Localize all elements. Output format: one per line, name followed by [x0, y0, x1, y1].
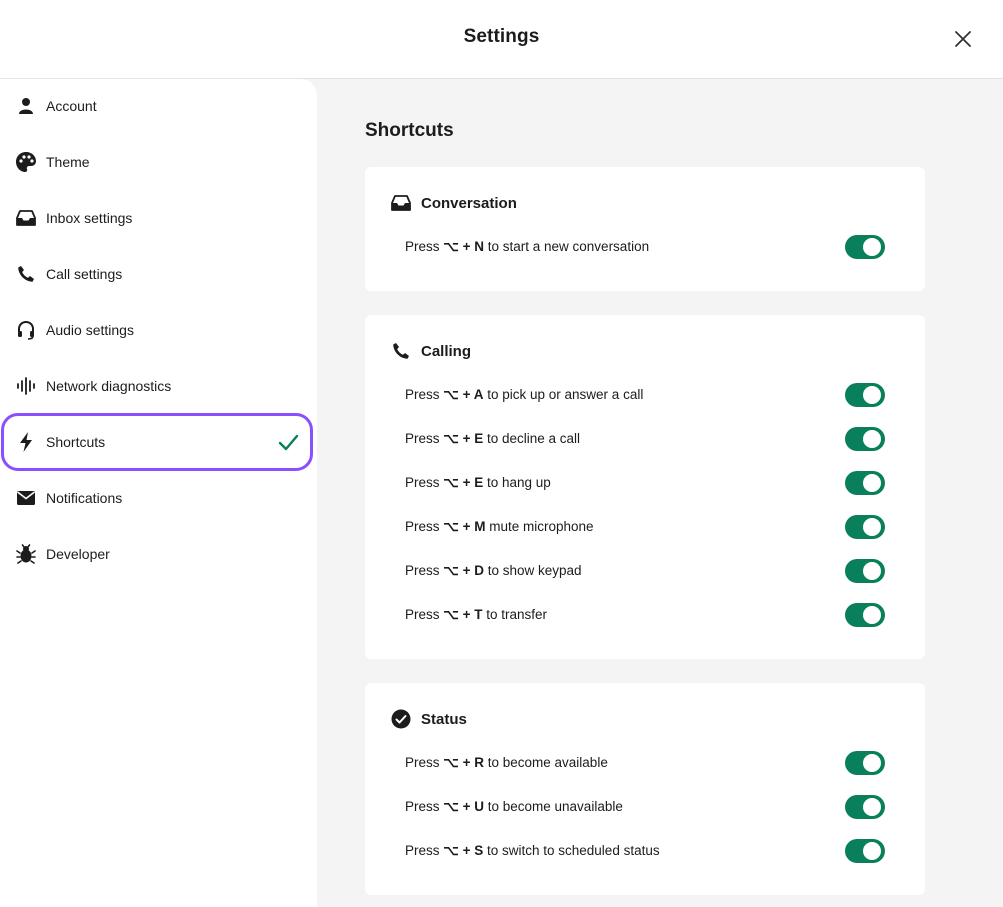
- shortcut-row: Press ⌥ + M mute microphone: [405, 515, 885, 539]
- checkmark-icon: [276, 430, 300, 454]
- sidebar-item-developer[interactable]: Developer: [4, 528, 310, 580]
- shortcut-toggle[interactable]: [845, 839, 885, 863]
- sidebar-item-account[interactable]: Account: [4, 80, 310, 132]
- shortcut-description: Press ⌥ + E to decline a call: [405, 431, 581, 446]
- sidebar-item-call-settings[interactable]: Call settings: [4, 248, 310, 300]
- toggle-knob: [863, 238, 881, 256]
- section-title: Shortcuts: [365, 120, 454, 141]
- shortcut-row: Press ⌥ + E to decline a call: [405, 427, 885, 451]
- toggle-knob: [863, 518, 881, 536]
- bolt-icon: [14, 430, 38, 454]
- phone-icon: [14, 262, 38, 286]
- card-header: Conversation: [389, 191, 517, 215]
- close-icon: [955, 31, 971, 47]
- card-title: Conversation: [421, 194, 517, 212]
- toggle-knob: [863, 474, 881, 492]
- toggle-knob: [863, 798, 881, 816]
- sidebar-item-label: Theme: [46, 154, 90, 170]
- sidebar-item-theme[interactable]: Theme: [4, 136, 310, 188]
- sidebar-item-label: Call settings: [46, 266, 123, 282]
- toggle-knob: [863, 386, 881, 404]
- sidebar-item-notifications[interactable]: Notifications: [4, 472, 310, 524]
- toggle-knob: [863, 430, 881, 448]
- sidebar-item-network-diagnostics[interactable]: Network diagnostics: [4, 360, 310, 412]
- shortcut-description: Press ⌥ + R to become available: [405, 755, 608, 770]
- calling-card: Calling Press ⌥ + A to pick up or answer…: [365, 315, 925, 659]
- shortcut-description: Press ⌥ + U to become unavailable: [405, 799, 623, 814]
- person-icon: [14, 94, 38, 118]
- shortcut-row: Press ⌥ + S to switch to scheduled statu…: [405, 839, 885, 863]
- shortcut-toggle[interactable]: [845, 427, 885, 451]
- shortcut-description: Press ⌥ + T to transfer: [405, 607, 548, 622]
- card-title: Calling: [421, 342, 472, 360]
- toggle-knob: [863, 562, 881, 580]
- shortcut-toggle[interactable]: [845, 235, 885, 259]
- shortcut-description: Press ⌥ + E to hang up: [405, 475, 551, 490]
- shortcut-row: Press ⌥ + E to hang up: [405, 471, 885, 495]
- palette-icon: [14, 150, 38, 174]
- settings-header: Settings: [0, 0, 1003, 79]
- shortcut-toggle[interactable]: [845, 795, 885, 819]
- inbox-icon: [14, 206, 38, 230]
- page-title: Settings: [463, 26, 540, 47]
- sidebar-item-audio-settings[interactable]: Audio settings: [4, 304, 310, 356]
- shortcut-description: Press ⌥ + S to switch to scheduled statu…: [405, 843, 660, 858]
- waveform-icon: [14, 374, 38, 398]
- sidebar-item-shortcuts[interactable]: Shortcuts: [1, 413, 313, 471]
- card-header: Calling: [389, 339, 471, 363]
- sidebar-item-label: Audio settings: [46, 322, 134, 338]
- shortcut-row: Press ⌥ + N to start a new conversation: [405, 235, 885, 259]
- card-title: Status: [421, 710, 467, 728]
- sidebar-item-label: Network diagnostics: [46, 378, 172, 394]
- conversation-card: Conversation Press ⌥ + N to start a new …: [365, 167, 925, 291]
- shortcut-description: Press ⌥ + A to pick up or answer a call: [405, 387, 644, 402]
- shortcut-row: Press ⌥ + U to become unavailable: [405, 795, 885, 819]
- shortcut-toggle[interactable]: [845, 751, 885, 775]
- phone-icon: [389, 339, 413, 363]
- shortcut-toggle[interactable]: [845, 515, 885, 539]
- sidebar-item-label: Account: [46, 98, 97, 114]
- check-circle-icon: [389, 707, 413, 731]
- shortcut-row: Press ⌥ + R to become available: [405, 751, 885, 775]
- toggle-knob: [863, 842, 881, 860]
- shortcut-row: Press ⌥ + D to show keypad: [405, 559, 885, 583]
- card-header: Status: [389, 707, 467, 731]
- shortcut-description: Press ⌥ + M mute microphone: [405, 519, 594, 534]
- sidebar-item-inbox-settings[interactable]: Inbox settings: [4, 192, 310, 244]
- inbox-icon: [389, 191, 413, 215]
- settings-body: Account Theme Inbox settings Call settin…: [0, 79, 1003, 907]
- toggle-knob: [863, 606, 881, 624]
- shortcut-toggle[interactable]: [845, 383, 885, 407]
- shortcut-row: Press ⌥ + A to pick up or answer a call: [405, 383, 885, 407]
- close-button[interactable]: [951, 27, 975, 51]
- shortcut-description: Press ⌥ + D to show keypad: [405, 563, 582, 578]
- sidebar-item-label: Notifications: [46, 490, 123, 506]
- envelope-icon: [14, 486, 38, 510]
- shortcut-toggle[interactable]: [845, 471, 885, 495]
- toggle-knob: [863, 754, 881, 772]
- sidebar-item-label: Inbox settings: [46, 210, 133, 226]
- bug-icon: [14, 542, 38, 566]
- sidebar-item-label: Shortcuts: [46, 434, 106, 450]
- status-card: Status Press ⌥ + R to become available P…: [365, 683, 925, 895]
- shortcut-toggle[interactable]: [845, 559, 885, 583]
- shortcut-description: Press ⌥ + N to start a new conversation: [405, 239, 650, 254]
- sidebar: Account Theme Inbox settings Call settin…: [0, 79, 317, 907]
- shortcut-toggle[interactable]: [845, 603, 885, 627]
- shortcut-row: Press ⌥ + T to transfer: [405, 603, 885, 627]
- headphones-icon: [14, 318, 38, 342]
- sidebar-item-label: Developer: [46, 546, 110, 562]
